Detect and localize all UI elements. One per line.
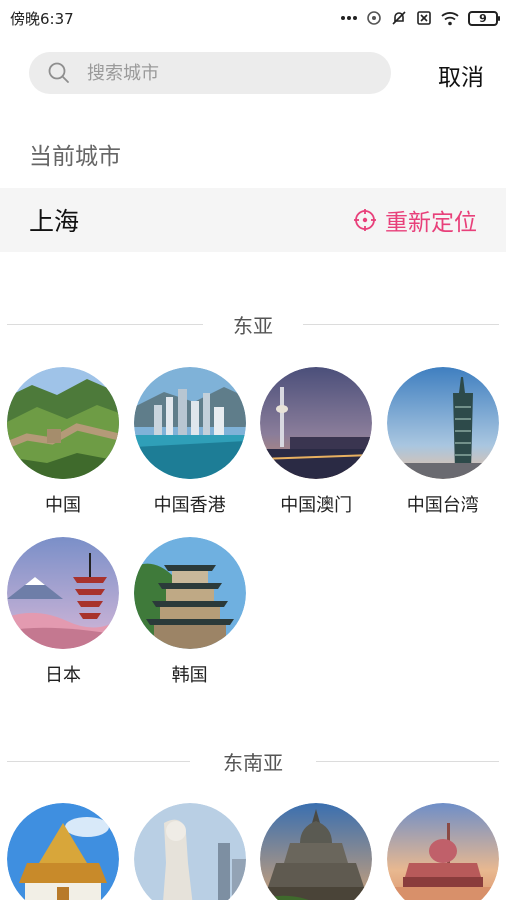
destination-indonesia[interactable] <box>260 803 373 900</box>
relocate-button[interactable]: 重新定位 <box>353 203 477 237</box>
destination-malaysia[interactable] <box>386 803 499 900</box>
destination-label: 中国香港 <box>153 495 226 516</box>
destination-singapore[interactable] <box>133 803 246 900</box>
thai-temple-photo <box>7 803 119 900</box>
destination-macau[interactable]: 中国澳门 <box>260 367 373 517</box>
hong-kong-skyline-photo <box>133 367 246 479</box>
destination-china[interactable]: 中国 <box>7 367 119 517</box>
region-title: 东南亚 <box>193 746 313 776</box>
destination-label: 中国澳门 <box>280 495 353 516</box>
search-bar[interactable] <box>29 52 391 94</box>
region-header-east-asia: 东亚 <box>0 309 506 339</box>
current-city-name: 上海 <box>29 207 80 236</box>
current-city-row[interactable]: 上海 重新定位 <box>0 188 506 252</box>
region-header-southeast-asia: 东南亚 <box>0 746 506 776</box>
divider-line <box>303 324 499 325</box>
fuji-pagoda-photo <box>7 537 119 649</box>
search-icon <box>48 62 69 83</box>
hotspot-icon <box>367 11 381 25</box>
korean-pagoda-photo <box>133 537 246 649</box>
destination-grid-east-asia: 中国 中国香港 中国澳门 中国台湾 日本 韩国 <box>7 367 506 687</box>
search-input[interactable] <box>87 62 347 84</box>
mute-bell-icon <box>392 11 406 25</box>
battery-icon: 9 <box>468 10 500 26</box>
destination-label: 韩国 <box>171 665 208 686</box>
more-dots-icon <box>341 16 357 20</box>
status-time: 傍晚6:37 <box>10 9 74 28</box>
merlion-photo <box>133 803 246 900</box>
destination-hong-kong[interactable]: 中国香港 <box>133 367 246 517</box>
great-wall-photo <box>7 367 119 479</box>
divider-line <box>316 761 499 762</box>
taipei-101-photo <box>386 367 499 479</box>
destination-thailand[interactable] <box>7 803 119 900</box>
destination-label: 日本 <box>45 665 81 686</box>
cancel-button[interactable]: 取消 <box>438 58 484 92</box>
wifi-icon <box>441 11 459 25</box>
status-icons: 9 <box>341 10 500 26</box>
destination-japan[interactable]: 日本 <box>7 537 119 687</box>
region-title: 东亚 <box>203 309 303 339</box>
destination-grid-southeast-asia <box>7 803 506 900</box>
no-sim-icon <box>417 11 431 25</box>
status-bar: 傍晚6:37 9 <box>0 0 506 36</box>
destination-taiwan[interactable]: 中国台湾 <box>386 367 499 517</box>
destination-label: 中国台湾 <box>406 495 479 516</box>
putra-mosque-photo <box>386 803 499 900</box>
locate-crosshair-icon <box>354 209 376 231</box>
divider-line <box>7 324 204 325</box>
macau-tower-photo <box>260 367 373 479</box>
destination-label: 中国 <box>45 495 81 516</box>
relocate-label: 重新定位 <box>385 210 477 236</box>
destination-korea[interactable]: 韩国 <box>133 537 246 687</box>
borobudur-photo <box>260 803 373 900</box>
divider-line <box>7 761 190 762</box>
current-city-section-label: 当前城市 <box>29 144 121 170</box>
